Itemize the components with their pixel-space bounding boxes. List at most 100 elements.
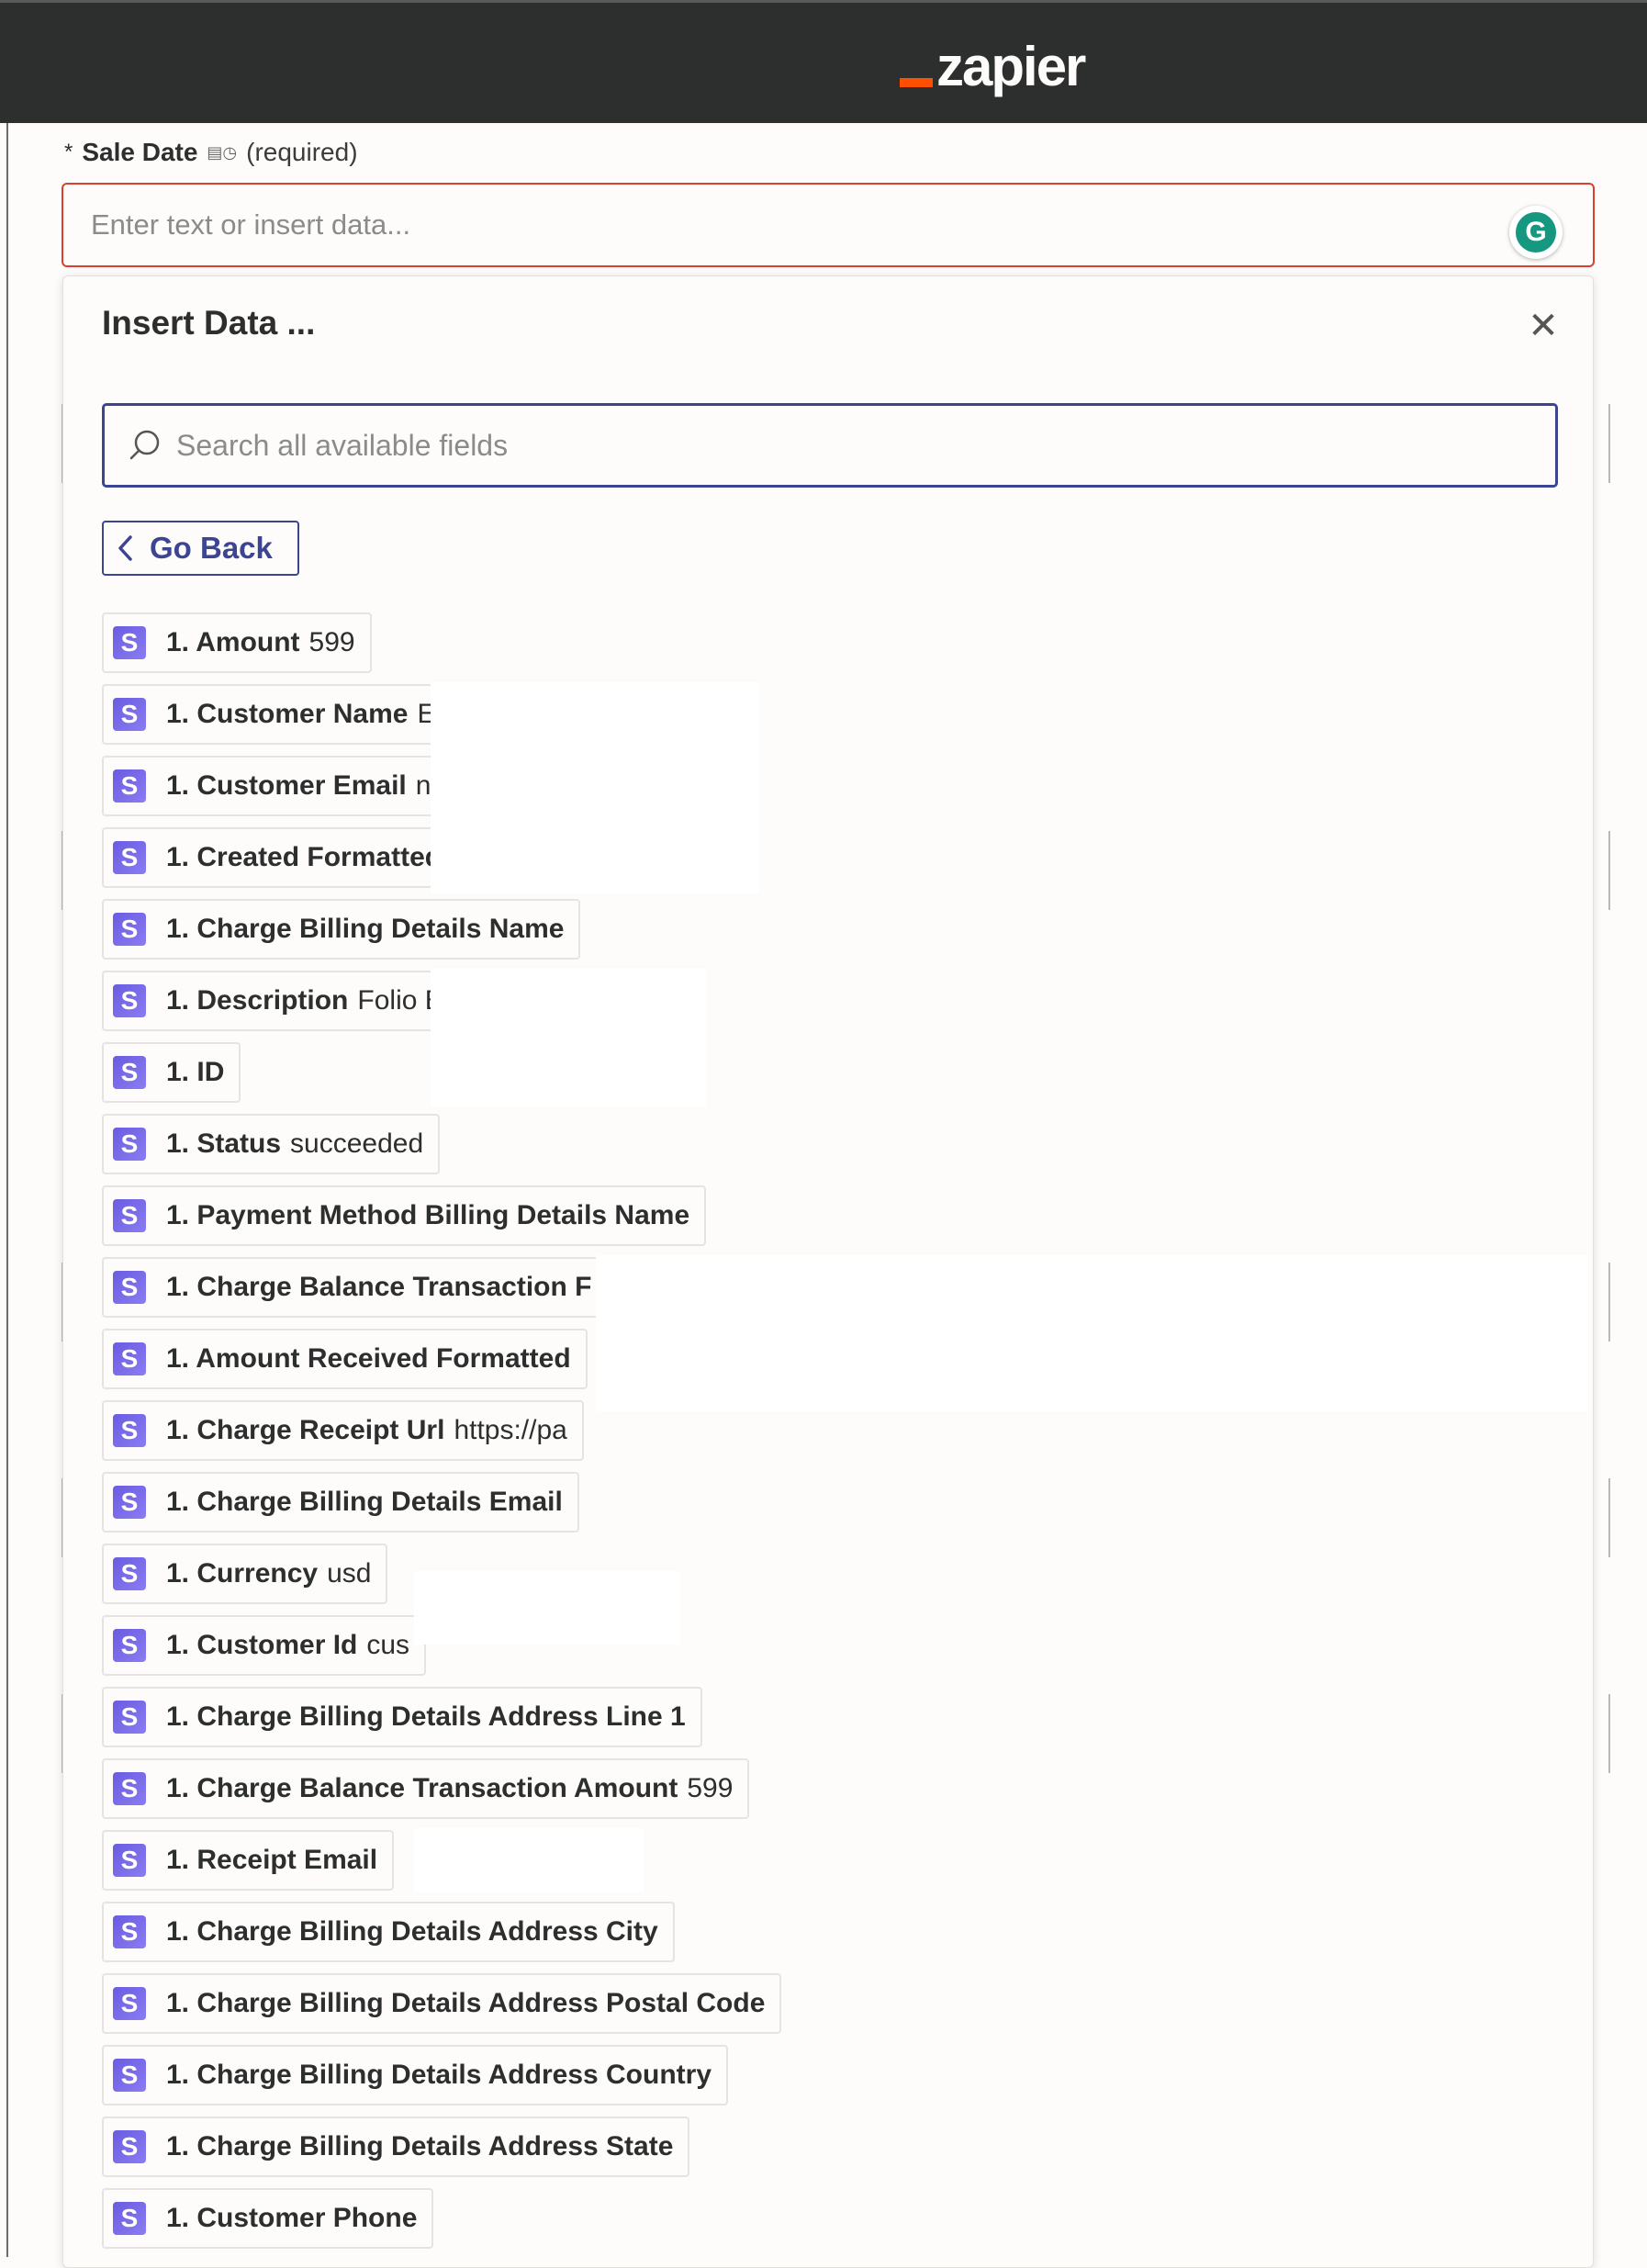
- field-list-item[interactable]: S 1. Charge Receipt Url https://pa: [102, 1400, 584, 1461]
- field-label: 1. Charge Billing Details Address State: [166, 2131, 674, 2161]
- stripe-icon: S: [113, 1557, 146, 1590]
- stripe-icon: S: [113, 913, 146, 946]
- field-list-item[interactable]: S 1. Customer Phone: [102, 2188, 434, 2249]
- field-list-item[interactable]: S 1. Status succeeded: [102, 1114, 441, 1174]
- stripe-icon: S: [113, 1414, 146, 1447]
- field-list-item[interactable]: S1. Customer NameEc: [102, 684, 466, 745]
- field-label: 1. Receipt Email: [166, 1845, 378, 1875]
- stripe-icon: S: [113, 841, 146, 874]
- field-label: 1. Charge Billing Details Address Postal…: [166, 1988, 766, 2018]
- stripe-icon: S: [113, 1056, 146, 1089]
- field-list-item[interactable]: S 1. Charge Billing Details Address State: [102, 2116, 690, 2177]
- field-label: 1. Charge Balance Transaction F: [166, 1272, 592, 1302]
- field-label: 1. Status: [166, 1128, 282, 1159]
- field-list-item[interactable]: S 1. Receipt Email: [102, 1830, 395, 1891]
- field-list-item[interactable]: S 1. Charge Billing Details Address City: [102, 1902, 675, 1962]
- left-border: [6, 123, 8, 2257]
- stripe-icon: S: [113, 1199, 146, 1232]
- field-list-item[interactable]: S 1. Charge Balance Transaction F: [102, 1257, 609, 1318]
- redaction-block: [414, 1571, 680, 1645]
- field-label: 1. Description: [166, 985, 349, 1016]
- sale-date-label: * Sale Date ▤◷ (required): [64, 138, 358, 167]
- field-list-item[interactable]: S 1. Charge Billing Details Address Line …: [102, 1687, 702, 1747]
- field-list-item[interactable]: S 1. Charge Billing Details Email: [102, 1472, 579, 1533]
- field-value: 599: [687, 1773, 734, 1803]
- stripe-icon: S: [113, 769, 146, 803]
- field-list-item[interactable]: S 1. Currency usd: [102, 1544, 388, 1604]
- field-label: 1. Customer Phone: [166, 2203, 418, 2233]
- required-marker: *: [64, 140, 73, 164]
- field-label: 1. Customer Name: [166, 699, 409, 729]
- redaction-block: [431, 682, 759, 893]
- field-list-item[interactable]: S 1. Customer Id cus: [102, 1615, 427, 1676]
- panel-title: Insert Data ...: [102, 304, 316, 342]
- field-value: cus: [366, 1630, 410, 1660]
- field-label: 1. Charge Billing Details Address City: [166, 1916, 658, 1947]
- stripe-icon: S: [113, 698, 146, 731]
- field-value: 599: [308, 627, 355, 657]
- stripe-icon: S: [113, 1701, 146, 1734]
- field-label: 1. Charge Billing Details Email: [166, 1487, 563, 1517]
- search-icon: [129, 430, 160, 460]
- insert-data-panel: Insert Data ... ✕ Go Back S1. Amount599S…: [62, 275, 1594, 2268]
- zapier-logo[interactable]: zapier: [900, 30, 1086, 97]
- redaction-block: [414, 1828, 644, 1892]
- stripe-icon: S: [113, 1271, 146, 1304]
- logo-text: zapier: [936, 36, 1086, 97]
- stripe-icon: S: [113, 984, 146, 1017]
- field-list-item[interactable]: S 1. Charge Billing Details Address Posta…: [102, 1973, 782, 2034]
- stripe-icon: S: [113, 1772, 146, 1805]
- field-list-item[interactable]: S 1. Charge Balance Transaction Amount 599: [102, 1758, 750, 1819]
- logo-dash: [900, 78, 933, 87]
- sale-date-input[interactable]: [63, 185, 1593, 265]
- field-list-item[interactable]: S 1. Charge Billing Details Address Count…: [102, 2045, 729, 2105]
- close-icon[interactable]: ✕: [1525, 308, 1562, 344]
- required-text: (required): [246, 138, 358, 166]
- sale-date-input-wrapper: [62, 183, 1595, 267]
- field-label: 1. Charge Receipt Url: [166, 1415, 445, 1445]
- stripe-icon: S: [113, 2130, 146, 2163]
- field-label: 1. Amount: [166, 627, 300, 657]
- field-label: 1. Charge Balance Transaction Amount: [166, 1773, 678, 1803]
- stripe-icon: S: [113, 1342, 146, 1375]
- field-list-item[interactable]: S 1. ID: [102, 1042, 241, 1103]
- chevron-left-icon: [118, 535, 132, 561]
- stripe-icon: S: [113, 626, 146, 659]
- background-form-edge: [1608, 123, 1647, 2257]
- field-list-item[interactable]: S 1. Amount 599: [102, 612, 372, 673]
- field-label: 1. Amount Received Formatted: [166, 1343, 571, 1374]
- stripe-icon: S: [113, 1987, 146, 2020]
- stripe-icon: S: [113, 1486, 146, 1519]
- field-list-item[interactable]: S 1. Amount Received Formatted: [102, 1329, 588, 1389]
- go-back-button[interactable]: Go Back: [102, 521, 299, 576]
- field-label: 1. Charge Billing Details Address Line 1: [166, 1701, 686, 1732]
- top-bar: zapier: [0, 0, 1647, 123]
- field-label: 1. Currency: [166, 1558, 319, 1589]
- date-time-icon: ▤◷: [207, 142, 238, 162]
- stripe-icon: S: [113, 1128, 146, 1161]
- field-list-item[interactable]: S 1. Created Formatted: [102, 827, 459, 888]
- field-list-item[interactable]: S 1. Payment Method Billing Details Name: [102, 1185, 707, 1246]
- field-label: 1. Payment Method Billing Details Name: [166, 1200, 690, 1230]
- field-name: Sale Date: [82, 138, 198, 166]
- search-box: [102, 403, 1558, 488]
- grammarly-icon[interactable]: G: [1509, 206, 1563, 259]
- field-list-item[interactable]: S 1. Charge Billing Details Name: [102, 899, 581, 960]
- redaction-block: [431, 969, 706, 1106]
- field-label: 1. Charge Billing Details Address Countr…: [166, 2060, 712, 2090]
- stripe-icon: S: [113, 1629, 146, 1662]
- stripe-icon: S: [113, 2059, 146, 2092]
- field-label: 1. Charge Billing Details Name: [166, 914, 565, 944]
- field-label: 1. Customer Id: [166, 1630, 358, 1660]
- field-list-item[interactable]: S1. Customer Emailne: [102, 756, 464, 816]
- field-label: 1. ID: [166, 1057, 225, 1087]
- field-value: usd: [327, 1558, 372, 1589]
- field-label: 1. Created Formatted: [166, 842, 443, 872]
- field-value: https://pa: [454, 1415, 567, 1445]
- stripe-icon: S: [113, 2202, 146, 2235]
- redaction-block: [596, 1255, 1587, 1411]
- stripe-icon: S: [113, 1915, 146, 1948]
- field-label: 1. Customer Email: [166, 770, 407, 801]
- stripe-icon: S: [113, 1844, 146, 1877]
- search-input[interactable]: [163, 406, 1555, 485]
